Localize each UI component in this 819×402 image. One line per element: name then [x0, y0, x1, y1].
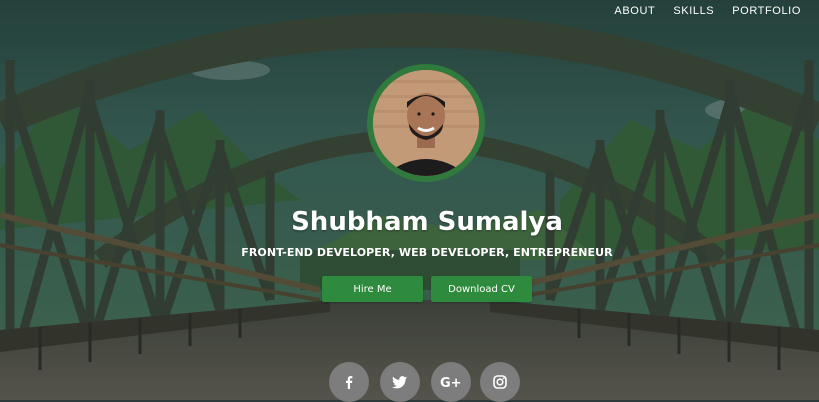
- twitter-icon: [392, 376, 407, 389]
- profile-photo: [373, 70, 479, 176]
- avatar: [373, 70, 479, 176]
- instagram-button[interactable]: [480, 362, 520, 402]
- top-nav: ABOUT SKILLS PORTFOLIO: [605, 0, 819, 22]
- facebook-icon: [346, 376, 353, 389]
- svg-text:G+: G+: [440, 376, 462, 390]
- download-cv-button[interactable]: Download CV: [431, 276, 532, 302]
- hire-me-button[interactable]: Hire Me: [322, 276, 423, 302]
- avatar-ring: [367, 64, 485, 182]
- profile-name: Shubham Sumalya: [291, 207, 563, 237]
- facebook-button[interactable]: [329, 362, 369, 402]
- nav-item-skills[interactable]: SKILLS: [664, 0, 723, 22]
- nav-item-portfolio[interactable]: PORTFOLIO: [723, 0, 819, 22]
- google-plus-icon: G+: [440, 376, 462, 390]
- hero-overlay: [0, 0, 819, 400]
- instagram-icon: [493, 375, 507, 389]
- profile-tagline: FRONT-END DEVELOPER, WEB DEVELOPER, ENTR…: [241, 246, 613, 259]
- hero-section: [0, 0, 819, 400]
- google-plus-button[interactable]: G+: [431, 362, 471, 402]
- nav-item-about[interactable]: ABOUT: [605, 0, 664, 22]
- twitter-button[interactable]: [380, 362, 420, 402]
